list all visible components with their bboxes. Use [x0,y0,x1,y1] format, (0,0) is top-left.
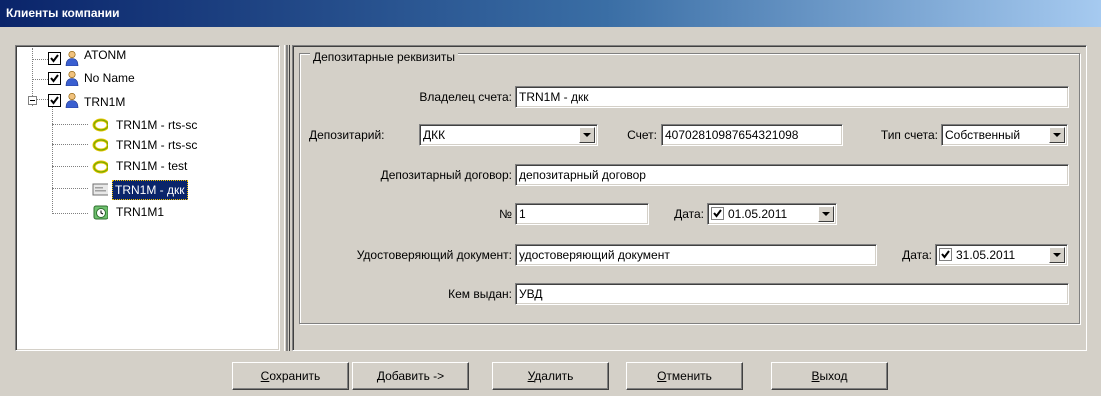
tree-node-account[interactable]: TRN1M - test [16,158,276,176]
exit-button[interactable]: Выход [771,362,888,390]
tree-node-account[interactable]: TRN1M - rts-sc [16,136,276,154]
checkbox-checked[interactable] [48,52,61,65]
tree-node-account[interactable]: TRN1M - rts-sc [16,116,276,134]
add-label: Добавить -> [376,369,445,383]
save-button[interactable]: Сохранить [232,362,349,390]
depositary-label: Депозитарий: [309,128,385,142]
splitter-handle[interactable] [284,45,290,351]
issued-by-label: Кем выдан: [448,287,512,301]
tree-node-label: TRN1M - rts-sc [116,118,198,132]
contract-date-value: 01.05.2011 [728,207,788,221]
tree-node-label: No Name [84,71,135,85]
checkbox-checked[interactable] [48,72,61,85]
id-document-field[interactable]: удостоверяющий документ [515,244,877,266]
date-enabled-checkbox[interactable] [711,207,724,220]
user-icon [65,92,79,108]
exit-accel: В [811,369,820,383]
depositary-value: ДКК [423,128,446,142]
tree-node-label: ATONM [84,48,127,62]
contract-label: Депозитарный договор: [380,168,512,182]
tree-node-trn1m[interactable]: TRN1M [16,92,276,110]
account-field[interactable]: 40702810987654321098 [661,124,843,146]
user-icon [65,50,79,66]
chevron-down-icon[interactable] [1049,247,1065,263]
ring-icon [92,138,108,152]
alarm-clock-icon [93,205,108,220]
window-title: Клиенты компании [0,0,1101,27]
tree-node-no-name[interactable]: No Name [16,70,276,88]
collapse-toggle[interactable] [28,96,37,105]
save-label: охранить [269,369,321,383]
id-date-value: 31.05.2011 [956,248,1016,262]
tree-node-label: TRN1M1 [116,205,165,219]
card-icon [92,183,108,196]
tree-node-label: TRN1M - rts-sc [116,138,198,152]
issued-by-field[interactable]: УВД [515,283,1069,305]
number-field[interactable]: 1 [515,203,649,225]
tree-node-label: TRN1M [84,95,126,109]
chevron-down-icon[interactable] [579,127,595,143]
add-button[interactable]: Добавить -> [352,362,469,390]
ring-icon [92,160,108,174]
tree-node-trn1m1[interactable]: TRN1M1 [16,204,276,222]
depositary-combo[interactable]: ДКК [419,124,598,146]
tree-node-account-selected[interactable]: TRN1M - дкк [16,180,276,200]
owner-field[interactable]: TRN1M - дкк [515,86,1069,108]
clients-tree[interactable]: ATONM No Name TRN1M TRN1M - rts-sc TRN1M… [15,45,280,351]
contract-date-label: Дата: [674,207,704,221]
chevron-down-icon[interactable] [1049,127,1065,143]
exit-label: ыход [819,369,848,383]
id-date-label: Дата: [902,248,932,262]
account-type-value: Собственный [945,128,1021,142]
tree-node-label: TRN1M - test [116,159,188,173]
id-document-label: Удостоверяющий документ: [356,248,512,262]
id-date-picker[interactable]: 31.05.2011 [935,244,1068,266]
tree-node-label: TRN1M - дкк [112,180,188,200]
date-enabled-checkbox[interactable] [939,248,952,261]
delete-label: далить [534,369,574,383]
delete-button[interactable]: Удалить [492,362,609,390]
contract-date-picker[interactable]: 01.05.2011 [707,203,837,225]
group-title: Депозитарные реквизиты [310,50,459,64]
account-label: Счет: [627,128,657,142]
chevron-down-icon[interactable] [818,206,834,222]
ring-icon [92,118,108,132]
contract-field[interactable]: депозитарный договор [515,164,1069,186]
cancel-button[interactable]: Отменить [626,362,743,390]
checkbox-checked[interactable] [48,94,61,107]
account-type-label: Тип счета: [880,128,938,142]
user-icon [65,70,79,86]
owner-label: Владелец счета: [419,90,512,104]
cancel-label: тменить [666,369,712,383]
account-type-combo[interactable]: Собственный [941,124,1068,146]
tree-node-atonm[interactable]: ATONM [16,48,276,68]
number-label: № [499,207,512,221]
